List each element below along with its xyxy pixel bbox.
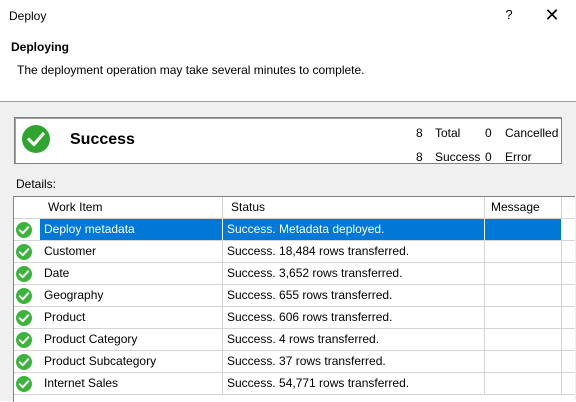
column-header-status[interactable]: Status: [223, 197, 485, 218]
filler-cell: [562, 329, 575, 351]
total-label: Total: [435, 126, 461, 140]
column-header-filler: [562, 197, 575, 218]
work-item-cell: Date: [40, 263, 223, 285]
status-cell: Success. 3,652 rows transferred.: [223, 263, 485, 285]
check-circle-icon: [16, 376, 32, 392]
table-row[interactable]: Deploy metadata Success. Metadata deploy…: [14, 219, 575, 241]
message-cell: [485, 307, 562, 329]
message-cell: [485, 351, 562, 373]
message-cell: [485, 329, 562, 351]
filler-cell: [562, 373, 575, 395]
work-item-cell: Product Subcategory: [40, 351, 223, 373]
message-cell: [485, 219, 562, 241]
dialog-content: Success 8 Total 0 Cancelled 8 Success 0 …: [0, 102, 576, 402]
status-cell: Success. 54,771 rows transferred.: [223, 373, 485, 395]
success-count: 8: [416, 150, 423, 164]
check-circle-icon: [16, 288, 32, 304]
grid-header: Work Item Status Message: [14, 197, 575, 219]
table-row[interactable]: Date Success. 3,652 rows transferred.: [14, 263, 575, 285]
header-heading: Deploying: [11, 40, 70, 54]
cancelled-count: 0: [485, 126, 492, 140]
check-circle-icon: [16, 244, 32, 260]
row-status-cell: [14, 373, 40, 395]
row-status-cell: [14, 307, 40, 329]
table-row[interactable]: Customer Success. 18,484 rows transferre…: [14, 241, 575, 263]
error-label: Error: [505, 150, 532, 164]
check-circle-icon: [16, 354, 32, 370]
work-item-cell: Customer: [40, 241, 223, 263]
summary-status: Success: [70, 131, 135, 148]
row-status-cell: [14, 351, 40, 373]
table-row[interactable]: Geography Success. 655 rows transferred.: [14, 285, 575, 307]
status-cell: Success. 4 rows transferred.: [223, 329, 485, 351]
column-header-work-item[interactable]: Work Item: [40, 197, 223, 218]
row-status-cell: [14, 241, 40, 263]
success-label: Success: [435, 150, 481, 164]
work-item-cell: Product Category: [40, 329, 223, 351]
work-item-cell: Product: [40, 307, 223, 329]
work-item-cell: Internet Sales: [40, 373, 223, 395]
summary-panel: Success 8 Total 0 Cancelled 8 Success 0 …: [14, 117, 562, 164]
cancelled-label: Cancelled: [505, 126, 559, 140]
row-status-cell: [14, 329, 40, 351]
filler-cell: [562, 219, 575, 241]
header-icon-column: [14, 197, 40, 218]
filler-cell: [562, 307, 575, 329]
filler-cell: [562, 285, 575, 307]
message-cell: [485, 285, 562, 307]
status-cell: Success. 18,484 rows transferred.: [223, 241, 485, 263]
filler-cell: [562, 263, 575, 285]
message-cell: [485, 373, 562, 395]
table-row[interactable]: Product Subcategory Success. 37 rows tra…: [14, 351, 575, 373]
message-cell: [485, 241, 562, 263]
row-status-cell: [14, 263, 40, 285]
close-button[interactable]: ✕: [540, 3, 564, 27]
filler-cell: [562, 351, 575, 373]
status-cell: Success. 655 rows transferred.: [223, 285, 485, 307]
work-item-cell: Deploy metadata: [40, 219, 223, 241]
details-grid[interactable]: Work Item Status Message Deploy metadata…: [13, 196, 575, 402]
table-row[interactable]: Internet Sales Success. 54,771 rows tran…: [14, 373, 575, 395]
status-cell: Success. 37 rows transferred.: [223, 351, 485, 373]
details-label: Details:: [16, 177, 57, 191]
status-cell: Success. 606 rows transferred.: [223, 307, 485, 329]
filler-cell: [562, 241, 575, 263]
header-subheading: The deployment operation may take severa…: [17, 63, 365, 77]
check-circle-icon: [16, 222, 32, 238]
check-circle-icon: [16, 266, 32, 282]
dialog-header: Deploying The deployment operation may t…: [0, 32, 576, 101]
table-row[interactable]: Product Category Success. 4 rows transfe…: [14, 329, 575, 351]
error-count: 0: [485, 150, 492, 164]
total-count: 8: [416, 126, 423, 140]
work-item-cell: Geography: [40, 285, 223, 307]
table-row[interactable]: Product Success. 606 rows transferred.: [14, 307, 575, 329]
row-status-cell: [14, 285, 40, 307]
check-circle-icon: [16, 332, 32, 348]
success-check-icon: [22, 125, 50, 153]
help-button[interactable]: ?: [500, 3, 518, 27]
window-title: Deploy: [9, 9, 47, 23]
column-header-message[interactable]: Message: [485, 197, 562, 218]
title-bar: Deploy ? ✕: [0, 0, 576, 32]
row-status-cell: [14, 219, 40, 241]
message-cell: [485, 263, 562, 285]
check-circle-icon: [16, 310, 32, 326]
status-cell: Success. Metadata deployed.: [223, 219, 485, 241]
